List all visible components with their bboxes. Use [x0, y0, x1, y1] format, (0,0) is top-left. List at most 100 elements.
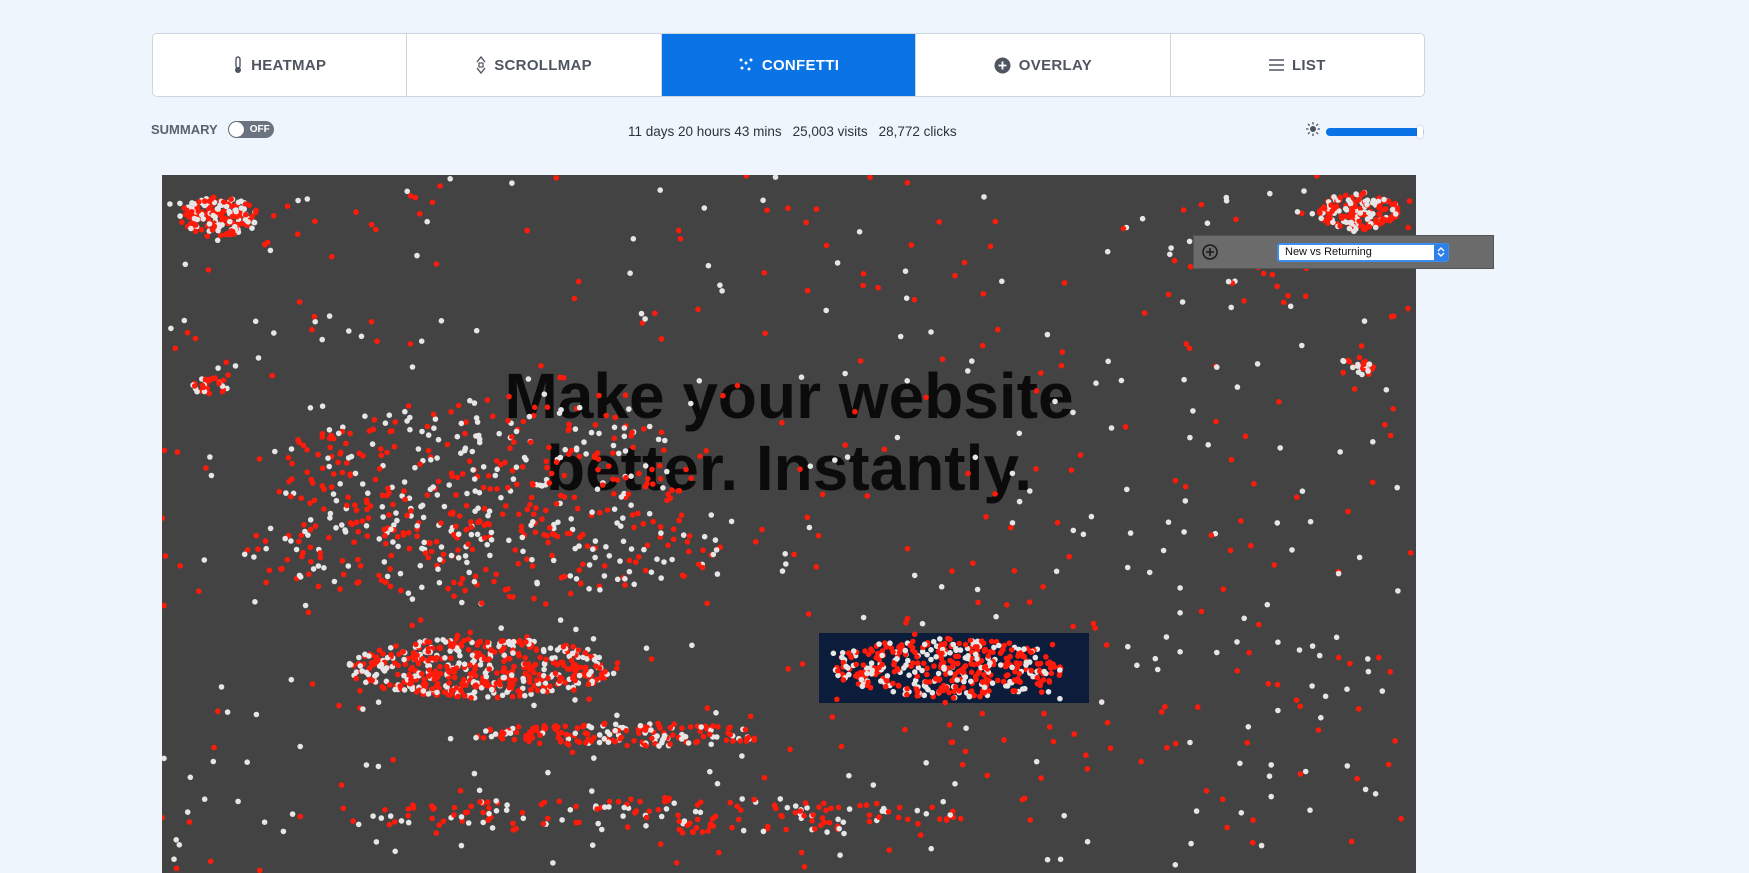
click-dot	[1009, 664, 1015, 671]
click-dot	[813, 564, 819, 570]
click-dot	[852, 408, 858, 415]
click-dot	[401, 488, 407, 494]
click-dot	[435, 566, 441, 572]
click-dot	[481, 522, 488, 528]
click-dot	[405, 403, 412, 409]
click-dot	[1372, 224, 1379, 231]
click-dot	[485, 799, 491, 805]
click-dot	[444, 441, 451, 448]
click-dot	[677, 826, 683, 833]
click-dot	[489, 825, 496, 831]
click-dot	[474, 654, 480, 660]
click-dot	[309, 681, 316, 687]
click-dot	[461, 661, 468, 667]
click-dot	[317, 554, 324, 561]
click-dot	[216, 380, 222, 387]
click-dot	[397, 570, 404, 577]
click-dot	[612, 738, 619, 745]
click-dot	[219, 388, 226, 395]
click-dot	[655, 720, 661, 727]
segment-select[interactable]: New vs Returning	[1277, 242, 1449, 262]
click-dot	[1234, 639, 1240, 645]
click-dot	[594, 806, 600, 812]
click-dot	[293, 546, 300, 553]
click-dot	[504, 802, 510, 808]
click-dot	[466, 458, 473, 465]
click-dot	[425, 657, 431, 664]
click-dot	[347, 430, 353, 437]
click-dot	[327, 515, 333, 521]
click-dot	[1139, 215, 1146, 222]
click-dot	[660, 485, 666, 491]
click-dot	[345, 563, 352, 569]
click-dot	[631, 524, 637, 531]
brightness-slider[interactable]	[1326, 125, 1424, 138]
click-dot	[302, 602, 309, 609]
click-dot	[782, 551, 788, 557]
click-dot	[694, 738, 701, 745]
tab-heatmap[interactable]: HEATMAP	[153, 34, 408, 96]
click-dot	[1345, 508, 1351, 515]
click-dot	[192, 228, 199, 235]
click-dot	[480, 735, 487, 741]
brightness-fill	[1326, 127, 1421, 136]
click-dot	[1228, 304, 1234, 311]
click-dot	[576, 453, 583, 460]
click-dot	[1362, 786, 1369, 793]
click-dot	[374, 338, 380, 344]
click-dot	[176, 842, 183, 848]
click-dot	[942, 699, 948, 706]
click-dot	[462, 587, 468, 594]
click-dot	[177, 213, 183, 219]
click-dot	[806, 524, 813, 531]
click-dot	[487, 552, 493, 559]
confetti-canvas: Make your website better. Instantly.	[162, 175, 1416, 873]
click-dot	[1302, 768, 1309, 775]
plus-circle-icon[interactable]	[1202, 244, 1218, 260]
click-dot	[162, 814, 165, 821]
click-dot	[860, 282, 866, 289]
click-dot	[1179, 299, 1186, 305]
click-dot	[459, 599, 465, 606]
click-dot	[446, 482, 453, 488]
summary-toggle[interactable]: OFF	[227, 121, 274, 138]
click-dot	[1134, 662, 1140, 669]
click-dot	[218, 684, 225, 690]
click-dot	[296, 538, 302, 545]
click-dot	[696, 378, 703, 384]
click-dot	[485, 512, 491, 519]
tab-scrollmap[interactable]: SCROLLMAP	[407, 34, 662, 96]
click-dot	[1058, 362, 1065, 369]
click-dot	[1090, 620, 1097, 627]
click-dot	[573, 803, 579, 810]
click-dot	[641, 546, 647, 553]
click-dot	[340, 571, 347, 578]
click-dot	[642, 316, 648, 322]
click-dot	[285, 454, 292, 461]
click-dot	[678, 512, 685, 518]
click-dot	[434, 689, 440, 696]
click-dot	[456, 513, 463, 519]
click-dot	[538, 363, 544, 369]
click-dot	[1241, 298, 1247, 304]
click-dot	[486, 810, 492, 817]
click-dot	[890, 680, 896, 687]
click-dot	[451, 812, 457, 818]
click-dot	[618, 523, 624, 529]
click-dot	[606, 553, 613, 559]
tab-overlay[interactable]: OVERLAY	[916, 34, 1171, 96]
click-dot	[860, 662, 867, 668]
click-dot	[1357, 210, 1364, 216]
click-dot	[1057, 695, 1063, 702]
brightness-handle[interactable]	[1417, 125, 1424, 138]
click-dot	[532, 529, 539, 536]
click-dot	[773, 805, 779, 812]
click-dot	[1186, 238, 1193, 245]
click-dot	[1108, 425, 1115, 431]
tab-confetti[interactable]: CONFETTI	[661, 34, 917, 96]
click-dot	[1342, 205, 1349, 212]
tab-list[interactable]: LIST	[1171, 34, 1424, 96]
click-dot	[288, 676, 295, 683]
click-dot	[376, 647, 383, 653]
click-dot	[510, 476, 517, 482]
